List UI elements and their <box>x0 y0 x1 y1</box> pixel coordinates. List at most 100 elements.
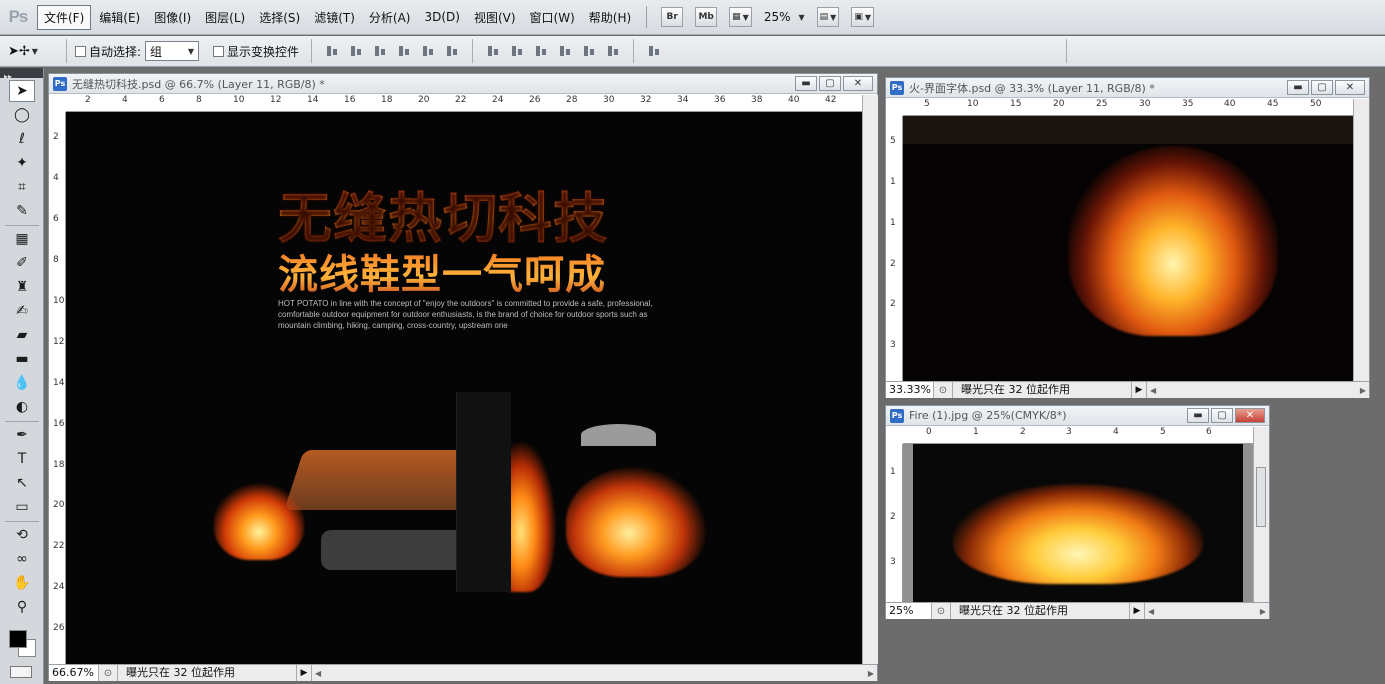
auto-select-dropdown[interactable]: 组 ▼ <box>145 41 200 61</box>
scrollbar-thumb[interactable] <box>1256 467 1266 527</box>
foreground-color-swatch[interactable] <box>9 630 27 648</box>
pen-tool[interactable]: ✒ <box>9 424 35 446</box>
status-menu-arrow-icon[interactable]: ▶ <box>1132 385 1146 395</box>
align-left-icon[interactable] <box>397 44 411 58</box>
tool-preset-picker[interactable]: ➤✢ ▼ <box>8 44 58 59</box>
lasso-tool[interactable]: ℓ <box>9 128 35 150</box>
dodge-icon: ◐ <box>15 399 29 415</box>
tools-panel-grip[interactable]: ▸▸ <box>0 68 43 81</box>
view-extras-button[interactable]: ▦ ▼ <box>729 7 752 27</box>
horizontal-scrollbar[interactable]: ◀ ▶ <box>311 665 877 681</box>
3d-orbit-tool[interactable]: ∞ <box>9 548 35 570</box>
document-title-bar[interactable]: Ps 无缝热切科技.psd @ 66.7% (Layer 11, RGB/8) … <box>49 74 877 94</box>
align-vcenter-icon[interactable] <box>349 44 363 58</box>
vertical-scrollbar[interactable] <box>1353 99 1369 381</box>
distribute-right-icon[interactable] <box>606 44 620 58</box>
vertical-scrollbar[interactable] <box>862 95 878 664</box>
align-hcenter-icon[interactable] <box>421 44 435 58</box>
ruler-tick-label: 1 <box>890 467 896 477</box>
brush-tool[interactable]: ✐ <box>9 252 35 274</box>
move-tool[interactable]: ➤ <box>9 80 35 102</box>
hand-tool[interactable]: ✋ <box>9 572 35 594</box>
menu-image[interactable]: 图像(I) <box>148 6 197 29</box>
distribute-hcenter-icon[interactable] <box>582 44 596 58</box>
minimize-button[interactable]: ▬ <box>795 76 817 91</box>
status-info-icon[interactable]: ⊙ <box>934 385 952 396</box>
auto-select-checkbox[interactable] <box>75 45 86 57</box>
menu-layer[interactable]: 图层(L) <box>199 6 251 29</box>
chevron-down-icon: ▼ <box>798 12 805 22</box>
ruler-tick-label: 18 <box>53 460 65 470</box>
magnifier-icon: ⚲ <box>16 599 28 615</box>
distribute-vcenter-icon[interactable] <box>510 44 524 58</box>
maximize-button[interactable]: ▢ <box>1211 408 1233 423</box>
zoom-field[interactable]: 25% <box>886 603 932 619</box>
menu-select[interactable]: 选择(S) <box>253 6 306 29</box>
crop-tool[interactable]: ⌗ <box>9 176 35 198</box>
screen-mode-button[interactable]: ▣ ▼ <box>851 7 874 27</box>
horizontal-scrollbar[interactable]: ◀ ▶ <box>1144 603 1269 619</box>
launch-bridge-button[interactable]: Br <box>661 7 684 27</box>
close-button[interactable]: ✕ <box>1335 80 1365 95</box>
clone-stamp-tool[interactable]: ♜ <box>9 276 35 298</box>
quick-mask-button[interactable] <box>10 666 32 678</box>
auto-align-layers-icon[interactable] <box>647 44 661 58</box>
shape-tool[interactable]: ▭ <box>9 496 35 518</box>
status-menu-arrow-icon[interactable]: ▶ <box>297 668 311 678</box>
artwork-canvas[interactable]: 无缝热切科技 流线鞋型一气呵成 HOT POTATO in line with … <box>66 112 862 664</box>
menu-3d[interactable]: 3D(D) <box>418 7 465 27</box>
distribute-left-icon[interactable] <box>558 44 572 58</box>
3d-rotate-tool[interactable]: ⟲ <box>9 524 35 546</box>
stamp-icon: ♜ <box>15 279 29 295</box>
menu-edit[interactable]: 编辑(E) <box>93 6 146 29</box>
maximize-button[interactable]: ▢ <box>819 76 841 91</box>
zoom-field[interactable]: 33.33% <box>886 382 934 398</box>
launch-minibridge-button[interactable]: Mb <box>695 7 718 27</box>
align-right-icon[interactable] <box>445 44 459 58</box>
scroll-left-icon: ◀ <box>1150 385 1157 395</box>
status-info-icon[interactable]: ⊙ <box>99 668 117 679</box>
marquee-tool[interactable]: ◯ <box>9 104 35 126</box>
zoom-field[interactable]: 66.67% <box>49 665 99 681</box>
history-brush-tool[interactable]: ✍ <box>9 300 35 322</box>
type-tool[interactable]: T <box>9 448 35 470</box>
canvas-area[interactable] <box>903 444 1253 602</box>
canvas-area[interactable]: 无缝热切科技 流线鞋型一气呵成 HOT POTATO in line with … <box>66 112 862 664</box>
close-button[interactable]: ✕ <box>1235 408 1265 423</box>
menu-analysis[interactable]: 分析(A) <box>363 6 417 29</box>
minimize-button[interactable]: ▬ <box>1287 80 1309 95</box>
vertical-scrollbar[interactable] <box>1253 427 1269 602</box>
ruler-tick-label: 30 <box>603 95 615 105</box>
ruler-tick-label: 3 <box>1066 427 1072 437</box>
document-title-bar[interactable]: Ps Fire (1).jpg @ 25%(CMYK/8*) ▬ ▢ ✕ <box>886 406 1269 426</box>
healing-brush-tool[interactable]: ▦ <box>9 228 35 250</box>
align-top-icon[interactable] <box>325 44 339 58</box>
path-select-tool[interactable]: ↖ <box>9 472 35 494</box>
menu-file[interactable]: 文件(F) <box>37 4 92 30</box>
align-bottom-icon[interactable] <box>373 44 387 58</box>
distribute-top-icon[interactable] <box>486 44 500 58</box>
distribute-bottom-icon[interactable] <box>534 44 548 58</box>
maximize-button[interactable]: ▢ <box>1311 80 1333 95</box>
horizontal-scrollbar[interactable]: ◀ ▶ <box>1146 382 1369 398</box>
status-info-icon[interactable]: ⊙ <box>932 606 950 617</box>
show-transform-checkbox[interactable] <box>213 45 225 57</box>
quick-select-tool[interactable]: ✦ <box>9 152 35 174</box>
gradient-tool[interactable]: ▬ <box>9 348 35 370</box>
canvas-area[interactable] <box>903 116 1353 381</box>
eraser-tool[interactable]: ▰ <box>9 324 35 346</box>
blur-tool[interactable]: 💧 <box>9 372 35 394</box>
menu-window[interactable]: 窗口(W) <box>524 6 581 29</box>
menu-view[interactable]: 视图(V) <box>468 6 522 29</box>
dodge-tool[interactable]: ◐ <box>9 396 35 418</box>
arrange-documents-button[interactable]: ▤ ▼ <box>816 7 840 27</box>
eyedropper-tool[interactable]: ✎ <box>9 200 35 222</box>
document-title-bar[interactable]: Ps 火-界面字体.psd @ 33.3% (Layer 11, RGB/8) … <box>886 78 1369 98</box>
close-button[interactable]: ✕ <box>843 76 873 91</box>
status-menu-arrow-icon[interactable]: ▶ <box>1130 606 1144 616</box>
menu-filter[interactable]: 滤镜(T) <box>308 6 361 29</box>
zoom-tool[interactable]: ⚲ <box>9 596 35 618</box>
zoom-level-dropdown[interactable]: 25% ▼ <box>764 10 805 24</box>
menu-help[interactable]: 帮助(H) <box>583 6 637 29</box>
minimize-button[interactable]: ▬ <box>1187 408 1209 423</box>
